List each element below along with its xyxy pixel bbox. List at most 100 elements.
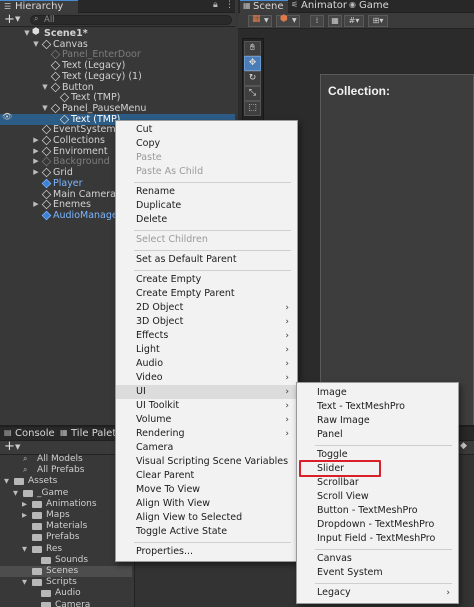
menu-item-input-field-textmeshpro[interactable]: Input Field - TextMeshPro (297, 532, 458, 546)
tag-icon[interactable]: ◆ (460, 441, 467, 451)
scene-visibility-icon[interactable]: 👁︎ (2, 112, 12, 121)
hierarchy-item-panel-pausemenu[interactable]: ▼ Panel_PauseMenu (0, 103, 232, 114)
dropdown-caret-icon[interactable]: ▼ (15, 15, 20, 23)
hierarchy-item-scene1[interactable]: ▼ ⬢ Scene1* (0, 27, 232, 39)
menu-item-ui-toolkit[interactable]: UI Toolkit › (116, 399, 297, 413)
grid-snap-button[interactable]: ▦ (328, 15, 342, 27)
gizmo-dropdown[interactable]: ⊞▾ (368, 15, 388, 27)
scale-tool-icon[interactable]: ⤡ (244, 86, 261, 101)
menu-item-create-empty-parent[interactable]: Create Empty Parent (116, 287, 297, 301)
expand-arrow-icon[interactable]: ▼ (41, 82, 49, 93)
folder-icon (32, 579, 42, 587)
hierarchy-item-canvas[interactable]: ▼ Canvas (0, 39, 232, 50)
hierarchy-item-text-legacy[interactable]: Text (Legacy) (0, 60, 232, 71)
tab-scene[interactable]: ▦ Scene (240, 0, 288, 13)
project-item-scripts[interactable]: ▼ Scripts (0, 577, 132, 588)
menu-item-cut[interactable]: Cut (116, 123, 297, 137)
hierarchy-search-input[interactable]: ⌕ All (30, 14, 232, 25)
menu-item-light[interactable]: Light › (116, 343, 297, 357)
rotate-tool-icon[interactable]: ↻ (244, 71, 261, 86)
menu-item-rename[interactable]: Rename (116, 185, 297, 199)
menu-item-volume[interactable]: Volume › (116, 413, 297, 427)
dropdown-caret-icon[interactable]: ▼ (15, 443, 20, 451)
menu-item-audio[interactable]: Audio › (116, 357, 297, 371)
increment-snap-button[interactable]: #▾ (344, 15, 364, 27)
project-add-button[interactable]: + (4, 439, 15, 454)
menu-item-scrollbar[interactable]: Scrollbar (297, 476, 458, 490)
menu-item-move-to-view[interactable]: Move To View (116, 483, 297, 497)
expand-arrow-icon[interactable]: ▼ (41, 103, 49, 114)
menu-item-3d-object[interactable]: 3D Object › (116, 315, 297, 329)
lock-icon[interactable]: 🔒︎ (213, 0, 218, 10)
menu-item-2d-object[interactable]: 2D Object › (116, 301, 297, 315)
project-item-materials[interactable]: Materials (0, 521, 132, 532)
menu-item-video[interactable]: Video › (116, 371, 297, 385)
rect-tool-icon[interactable]: ⬚ (244, 101, 261, 116)
menu-item-clear-parent[interactable]: Clear Parent (116, 469, 297, 483)
expand-arrow-icon[interactable]: ▼ (13, 488, 18, 499)
menu-item-ui[interactable]: UI › (116, 385, 297, 399)
project-item-all-prefabs[interactable]: ⌕ All Prefabs (0, 465, 132, 476)
project-item-assets[interactable]: ▼ Assets (0, 476, 132, 487)
pivot-toggle-button[interactable]: ⁞ (310, 15, 324, 27)
menu-item-copy[interactable]: Copy (116, 137, 297, 151)
project-item-prefabs[interactable]: Prefabs (0, 532, 132, 543)
menu-item-button-textmeshpro[interactable]: Button - TextMeshPro (297, 504, 458, 518)
menu-item-rendering[interactable]: Rendering › (116, 427, 297, 441)
menu-item-delete[interactable]: Delete (116, 213, 297, 227)
menu-item-canvas[interactable]: Canvas (297, 552, 458, 566)
hand-tool-icon[interactable]: ✋︎ (244, 41, 261, 56)
collapse-arrow-icon[interactable]: ▶ (32, 146, 40, 157)
more-options-icon[interactable]: ⋮ (225, 0, 234, 10)
project-item-game[interactable]: ▼ _Game (0, 488, 132, 499)
menu-item-create-empty[interactable]: Create Empty (116, 273, 297, 287)
menu-item-camera[interactable]: Camera (116, 441, 297, 455)
hierarchy-item-button[interactable]: ▼ Button (0, 82, 232, 93)
menu-item-event-system[interactable]: Event System (297, 566, 458, 580)
move-tool-icon[interactable]: ✥ (244, 56, 261, 71)
menu-item-dropdown-textmeshpro[interactable]: Dropdown - TextMeshPro (297, 518, 458, 532)
project-item-sounds[interactable]: Sounds (0, 555, 132, 566)
expand-arrow-icon[interactable]: ▼ (23, 28, 31, 39)
menu-item-effects[interactable]: Effects › (116, 329, 297, 343)
collapse-arrow-icon[interactable]: ▶ (32, 199, 40, 210)
hierarchy-item-text-legacy-1[interactable]: Text (Legacy) (1) (0, 71, 232, 82)
menu-item-properties[interactable]: Properties... (116, 545, 297, 559)
project-item-all-models[interactable]: ⌕ All Models (0, 454, 132, 465)
menu-item-set-as-default-parent[interactable]: Set as Default Parent (116, 253, 297, 267)
project-item-audio[interactable]: Audio (0, 588, 132, 599)
expand-arrow-icon[interactable]: ▼ (22, 544, 27, 555)
menu-item-scroll-view[interactable]: Scroll View (297, 490, 458, 504)
tab-game[interactable]: ◉ Game (346, 0, 390, 13)
collapse-arrow-icon[interactable]: ▶ (22, 499, 27, 510)
project-item-scenes[interactable]: Scenes (0, 566, 132, 577)
collapse-arrow-icon[interactable]: ▶ (32, 135, 40, 146)
collapse-arrow-icon[interactable]: ▶ (22, 510, 27, 521)
expand-arrow-icon[interactable]: ▼ (22, 577, 27, 588)
project-item-res[interactable]: ▼ Res (0, 544, 132, 555)
hierarchy-item-panel-enterdoor[interactable]: Panel_EnterDoor (0, 49, 232, 60)
menu-item-legacy[interactable]: Legacy › (297, 586, 458, 600)
menu-item-toggle-active-state[interactable]: Toggle Active State (116, 525, 297, 539)
project-item-maps[interactable]: ▶ Maps (0, 510, 132, 521)
menu-item-raw-image[interactable]: Raw Image (297, 414, 458, 428)
hierarchy-item-text-tmp[interactable]: Text (TMP) (0, 92, 232, 103)
project-item-animations[interactable]: ▶ Animations (0, 499, 132, 510)
menu-item-text-textmeshpro[interactable]: Text - TextMeshPro (297, 400, 458, 414)
expand-arrow-icon[interactable]: ▼ (32, 39, 40, 50)
collapse-arrow-icon[interactable]: ▶ (32, 167, 40, 178)
menu-item-visual-scripting-scene-variables[interactable]: Visual Scripting Scene Variables (116, 455, 297, 469)
menu-item-panel[interactable]: Panel (297, 428, 458, 442)
draw-mode-dropdown[interactable]: ▦ ▼ (248, 14, 272, 27)
shading-dropdown[interactable]: ⬢ ▼ (276, 14, 300, 27)
menu-item-align-view-to-selected[interactable]: Align View to Selected (116, 511, 297, 525)
menu-item-image[interactable]: Image (297, 386, 458, 400)
menu-item-duplicate[interactable]: Duplicate (116, 199, 297, 213)
expand-arrow-icon[interactable]: ▼ (4, 476, 9, 487)
project-item-camera[interactable]: Camera (0, 600, 132, 607)
add-object-button[interactable]: + (4, 12, 15, 27)
menu-item-slider[interactable]: Slider (297, 460, 458, 477)
menu-item-align-with-view[interactable]: Align With View (116, 497, 297, 511)
tab-animator[interactable]: ⚟ Animator (288, 0, 347, 13)
collapse-arrow-icon[interactable]: ▶ (32, 156, 40, 167)
